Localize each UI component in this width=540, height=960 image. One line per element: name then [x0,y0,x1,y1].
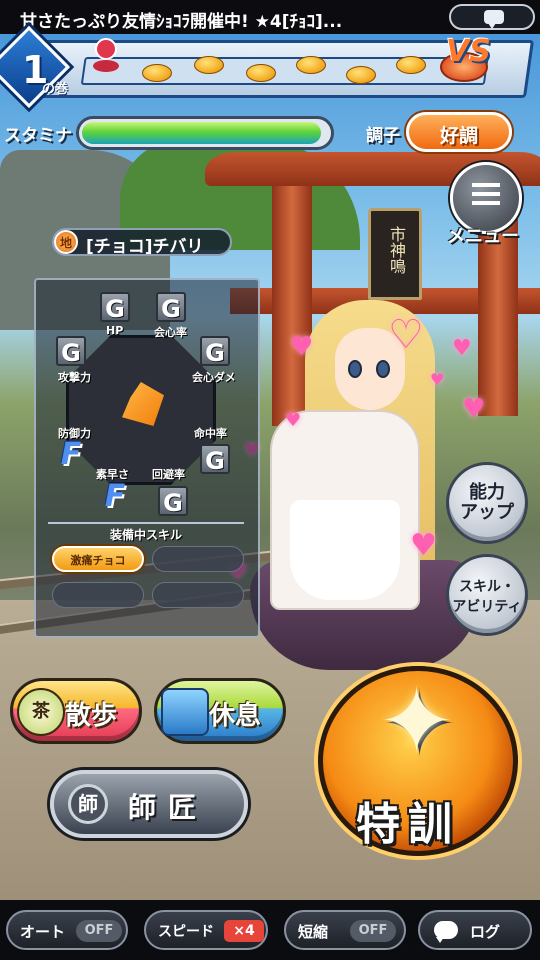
tea-cup-icon: 茶 [17,688,65,736]
auto-state: OFF [76,920,122,942]
speed-label: 素早さ [96,468,129,481]
accuracy-grade: G [200,444,230,475]
shorten-toggle[interactable]: 短縮 OFF [284,910,406,950]
log-button[interactable]: ログ [418,910,532,950]
master-seal-icon: 師 [68,784,108,824]
attack-grade: G [56,336,86,367]
shorten-label: 短縮 [298,923,329,941]
walk-button[interactable]: 茶 散歩 [10,678,142,744]
rest-button[interactable]: 休息 [154,678,286,744]
log-label: ログ [470,923,501,941]
speed-label: スピード [158,924,214,940]
hp-label: HP [106,324,124,337]
skill-slot-4[interactable] [152,582,244,608]
progress-step [346,66,376,84]
condition-label: 調子 [366,126,400,146]
stamina-bar-fill [82,122,321,144]
heart-icon: ♥ [430,370,445,389]
heart-icon: ♥ [462,394,486,424]
chat-bubble-icon [434,921,458,943]
shrine-plaque-text: 市神鳴 [387,226,406,274]
stamina-label: スタミナ [4,126,72,146]
heart-icon: ♡ [388,312,424,358]
progress-step [296,56,326,74]
crit-damage-grade: G [200,336,230,367]
progress-step [396,56,426,74]
chat-bubble-icon [484,10,504,29]
speed-toggle[interactable]: スピード ×4 [144,910,268,950]
auto-toggle[interactable]: オート OFF [6,910,128,950]
vs-label: VS [446,34,491,69]
master-label: 師匠 [128,791,209,824]
heart-icon: ♥ [452,336,472,361]
hp-grade: G [100,292,130,323]
current-position-pin-icon [93,38,119,72]
character-eye-left [348,360,362,378]
crit-label: 会心率 [154,326,187,339]
game-scene: 市神鳴 ♡ ♥ ♥ ♥ ♥ ♥ ♥ ♥ ♥ 甘さたっぷり友情ｼｮｺﾗ開催中! ★… [0,0,540,960]
sleep-icon [161,688,209,736]
defense-label: 防御力 [58,427,91,440]
menu-label: メニュー [447,226,519,247]
crit-damage-label: 会心ダメ [192,371,236,384]
progress-step [142,64,172,82]
auto-label: オート [20,923,66,941]
equipped-skills-header: 装備中スキル [48,522,244,542]
skill-ability-label: スキル・ アビリティ [452,579,522,615]
stamina-bar [76,116,334,150]
heart-icon: ♥ [285,410,302,431]
condition-badge: 好調 [406,112,512,152]
progress-step [194,56,224,74]
character-eye-right [376,360,390,378]
rest-label: 休息 [209,701,262,731]
accuracy-label: 命中率 [194,427,227,440]
heart-icon: ♥ [290,332,314,362]
ability-up-button[interactable]: 能力 アップ [446,462,528,544]
character-name: [チョコ]チバリ [86,237,204,257]
walk-label: 散歩 [65,701,118,731]
skill-slot-3[interactable] [52,582,144,608]
shorten-state: OFF [350,920,396,942]
speed-multiplier: ×4 [224,920,264,942]
speed-grade: F [104,479,126,514]
crit-grade: G [156,292,186,323]
skill-slot-2[interactable] [152,546,244,572]
master-button[interactable]: 師 師匠 [50,770,248,838]
earth-element-icon: 地 [54,230,78,254]
chat-button[interactable] [449,4,535,30]
evasion-grade: G [158,486,188,517]
banner-text: 甘さたっぷり友情ｼｮｺﾗ開催中! ★4[ﾁｮｺ]... [20,12,343,32]
attack-label: 攻撃力 [58,371,91,384]
sparkle-star-icon: ✦ [378,668,456,775]
skill-ability-button[interactable]: スキル・ アビリティ [446,554,528,636]
skill-slot-1[interactable]: 激痛チョコ [52,546,144,572]
evasion-label: 回避率 [152,468,185,481]
progress-step [246,64,276,82]
special-training-label: 特訓 [356,799,460,850]
defense-grade: F [60,437,82,472]
character-apron [290,500,400,600]
chapter-label: の巻 [42,82,69,97]
heart-icon: ♥ [410,528,437,563]
ability-up-label: 能力 アップ [460,482,514,523]
hamburger-icon [472,183,500,205]
condition-value: 好調 [439,125,478,147]
